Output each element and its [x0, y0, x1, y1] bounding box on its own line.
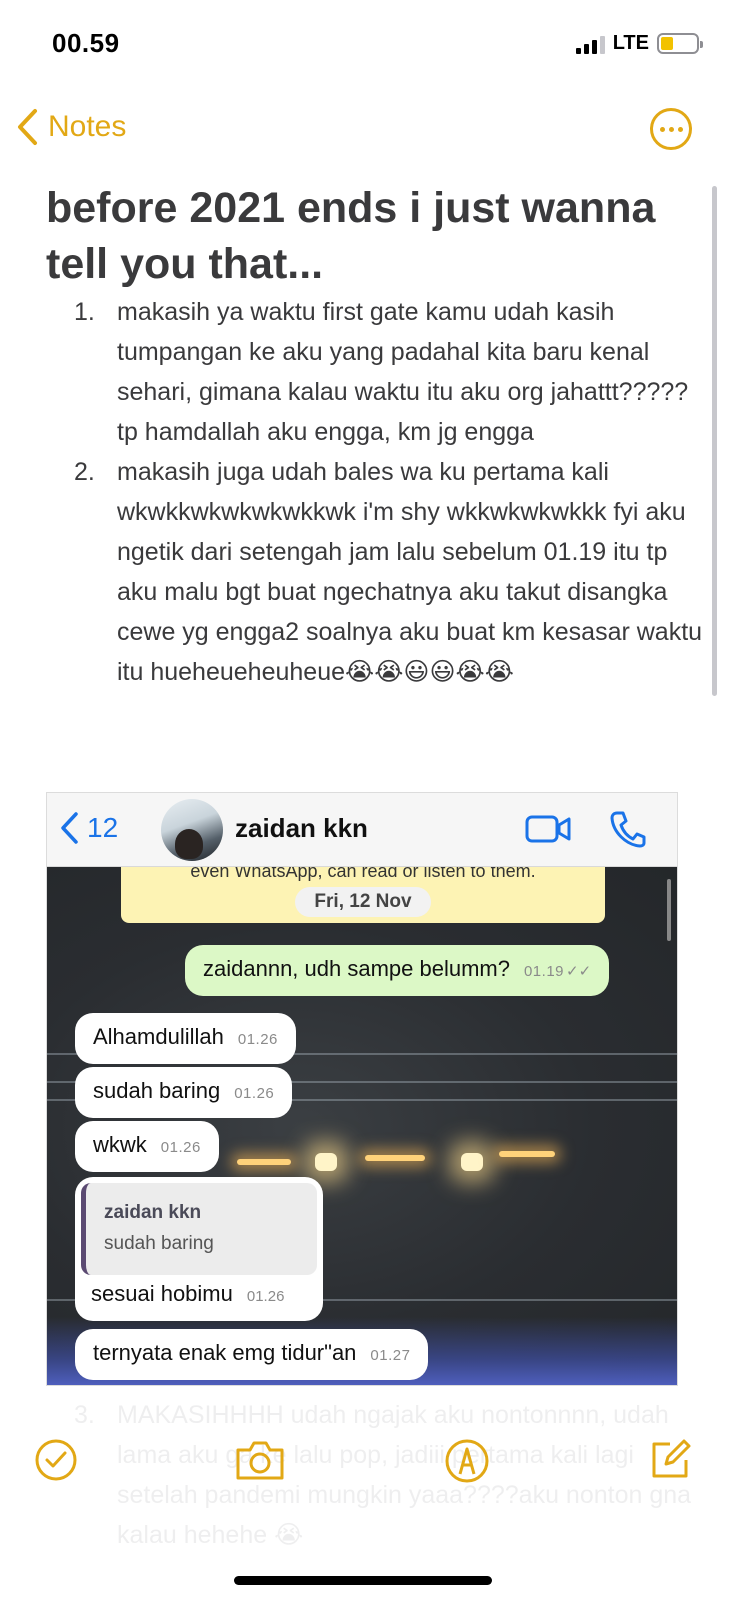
stage-light: [315, 1153, 337, 1171]
quoted-text: sudah baring: [104, 1233, 214, 1254]
quoted-message: zaidan kkn sudah baring: [81, 1183, 317, 1275]
message-time: 01.26: [234, 1085, 275, 1102]
checklist-icon[interactable]: [34, 1438, 78, 1482]
more-options-button[interactable]: [650, 108, 692, 150]
markup-icon[interactable]: [444, 1438, 490, 1484]
chevron-left-icon: [61, 812, 78, 844]
battery-tip: [700, 41, 703, 48]
status-time: 00.59: [52, 28, 120, 58]
dot-icon: [668, 126, 674, 132]
message-time: 01.26: [160, 1139, 201, 1156]
note-list[interactable]: 1. makasih ya waktu first gate kamu udah…: [0, 292, 739, 692]
back-to-notes-button[interactable]: Notes: [16, 108, 126, 146]
battery-level: [661, 37, 673, 50]
message-bubble-incoming: ternyata enak emg tidur"an 01.27: [75, 1329, 429, 1380]
message-text: sesuai hobimu: [91, 1281, 233, 1306]
reply-message-bubble: zaidan kkn sudah baring sesuai hobimu 01.…: [75, 1177, 323, 1321]
message-text: ternyata enak emg tidur"an: [93, 1340, 357, 1365]
message-text: wkwk: [93, 1132, 147, 1157]
chevron-left-icon: [18, 109, 37, 145]
phone-icon: [610, 811, 646, 848]
list-item[interactable]: 2. makasih juga udah bales wa ku pertama…: [0, 452, 712, 692]
compose-icon[interactable]: [648, 1438, 692, 1482]
message-time: 01.26: [237, 1031, 278, 1048]
avatar: [161, 799, 223, 861]
bottom-toolbar: [0, 1430, 739, 1500]
avatar-silhouette: [175, 829, 203, 859]
date-separator: Fri, 12 Nov: [295, 887, 431, 917]
quoted-author: zaidan kkn: [104, 1202, 202, 1223]
battery-icon: [657, 33, 703, 54]
dot-icon: [659, 126, 665, 132]
message-time: 01.26: [246, 1288, 285, 1305]
contact-name: zaidan kkn: [235, 813, 368, 843]
network-type: LTE: [612, 32, 649, 54]
list-number: 1.: [74, 298, 95, 326]
list-item-text: makasih ya waktu first gate kamu udah ka…: [117, 298, 689, 446]
stage-light: [365, 1155, 425, 1161]
dot-icon: [677, 126, 683, 132]
chat-scrollbar: [667, 879, 671, 941]
stage-light: [237, 1159, 291, 1165]
back-label: Notes: [48, 110, 127, 143]
status-indicators: LTE: [575, 32, 703, 55]
video-call-icon: [525, 815, 571, 843]
chat-back-button: 12: [59, 811, 118, 845]
message-bubble-incoming: Alhamdulillah 01.26: [75, 1013, 296, 1064]
note-title[interactable]: before 2021 ends i just wanna tell you t…: [46, 180, 706, 292]
embedded-chat-screenshot[interactable]: 12 zaidan kkn even WhatsApp, can read or…: [46, 792, 678, 1386]
message-text: Alhamdulillah: [93, 1024, 224, 1049]
chat-background: even WhatsApp, can read or listen to the…: [47, 855, 677, 1385]
list-item-text: makasih juga udah bales wa ku pertama ka…: [117, 458, 703, 686]
reply-text: sesuai hobimu 01.26: [91, 1281, 284, 1307]
home-indicator[interactable]: [234, 1576, 492, 1585]
message-bubble-incoming: wkwk 01.26: [75, 1121, 219, 1172]
cellular-signal-icon: [575, 34, 605, 54]
list-number: 3.: [74, 1401, 95, 1429]
status-bar: 00.59 LTE: [0, 0, 739, 92]
message-bubble-incoming: sudah baring 01.26: [75, 1067, 293, 1118]
camera-icon[interactable]: [234, 1438, 286, 1482]
message-bubble-outgoing: zaidannn, udh sampe belumm? 01.19 ✓✓: [185, 945, 610, 996]
message-time: 01.27: [370, 1347, 411, 1364]
chat-header: 12 zaidan kkn: [47, 793, 677, 867]
message-text: sudah baring: [93, 1078, 221, 1103]
unread-count: 12: [87, 812, 119, 843]
list-item[interactable]: 1. makasih ya waktu first gate kamu udah…: [0, 292, 712, 452]
read-receipt-icon: ✓✓: [566, 963, 592, 980]
stage-light: [461, 1153, 483, 1171]
message-text: zaidannn, udh sampe belumm?: [203, 956, 510, 981]
message-time: 01.19: [523, 963, 565, 980]
stage-light: [499, 1151, 555, 1157]
list-number: 2.: [74, 458, 95, 486]
